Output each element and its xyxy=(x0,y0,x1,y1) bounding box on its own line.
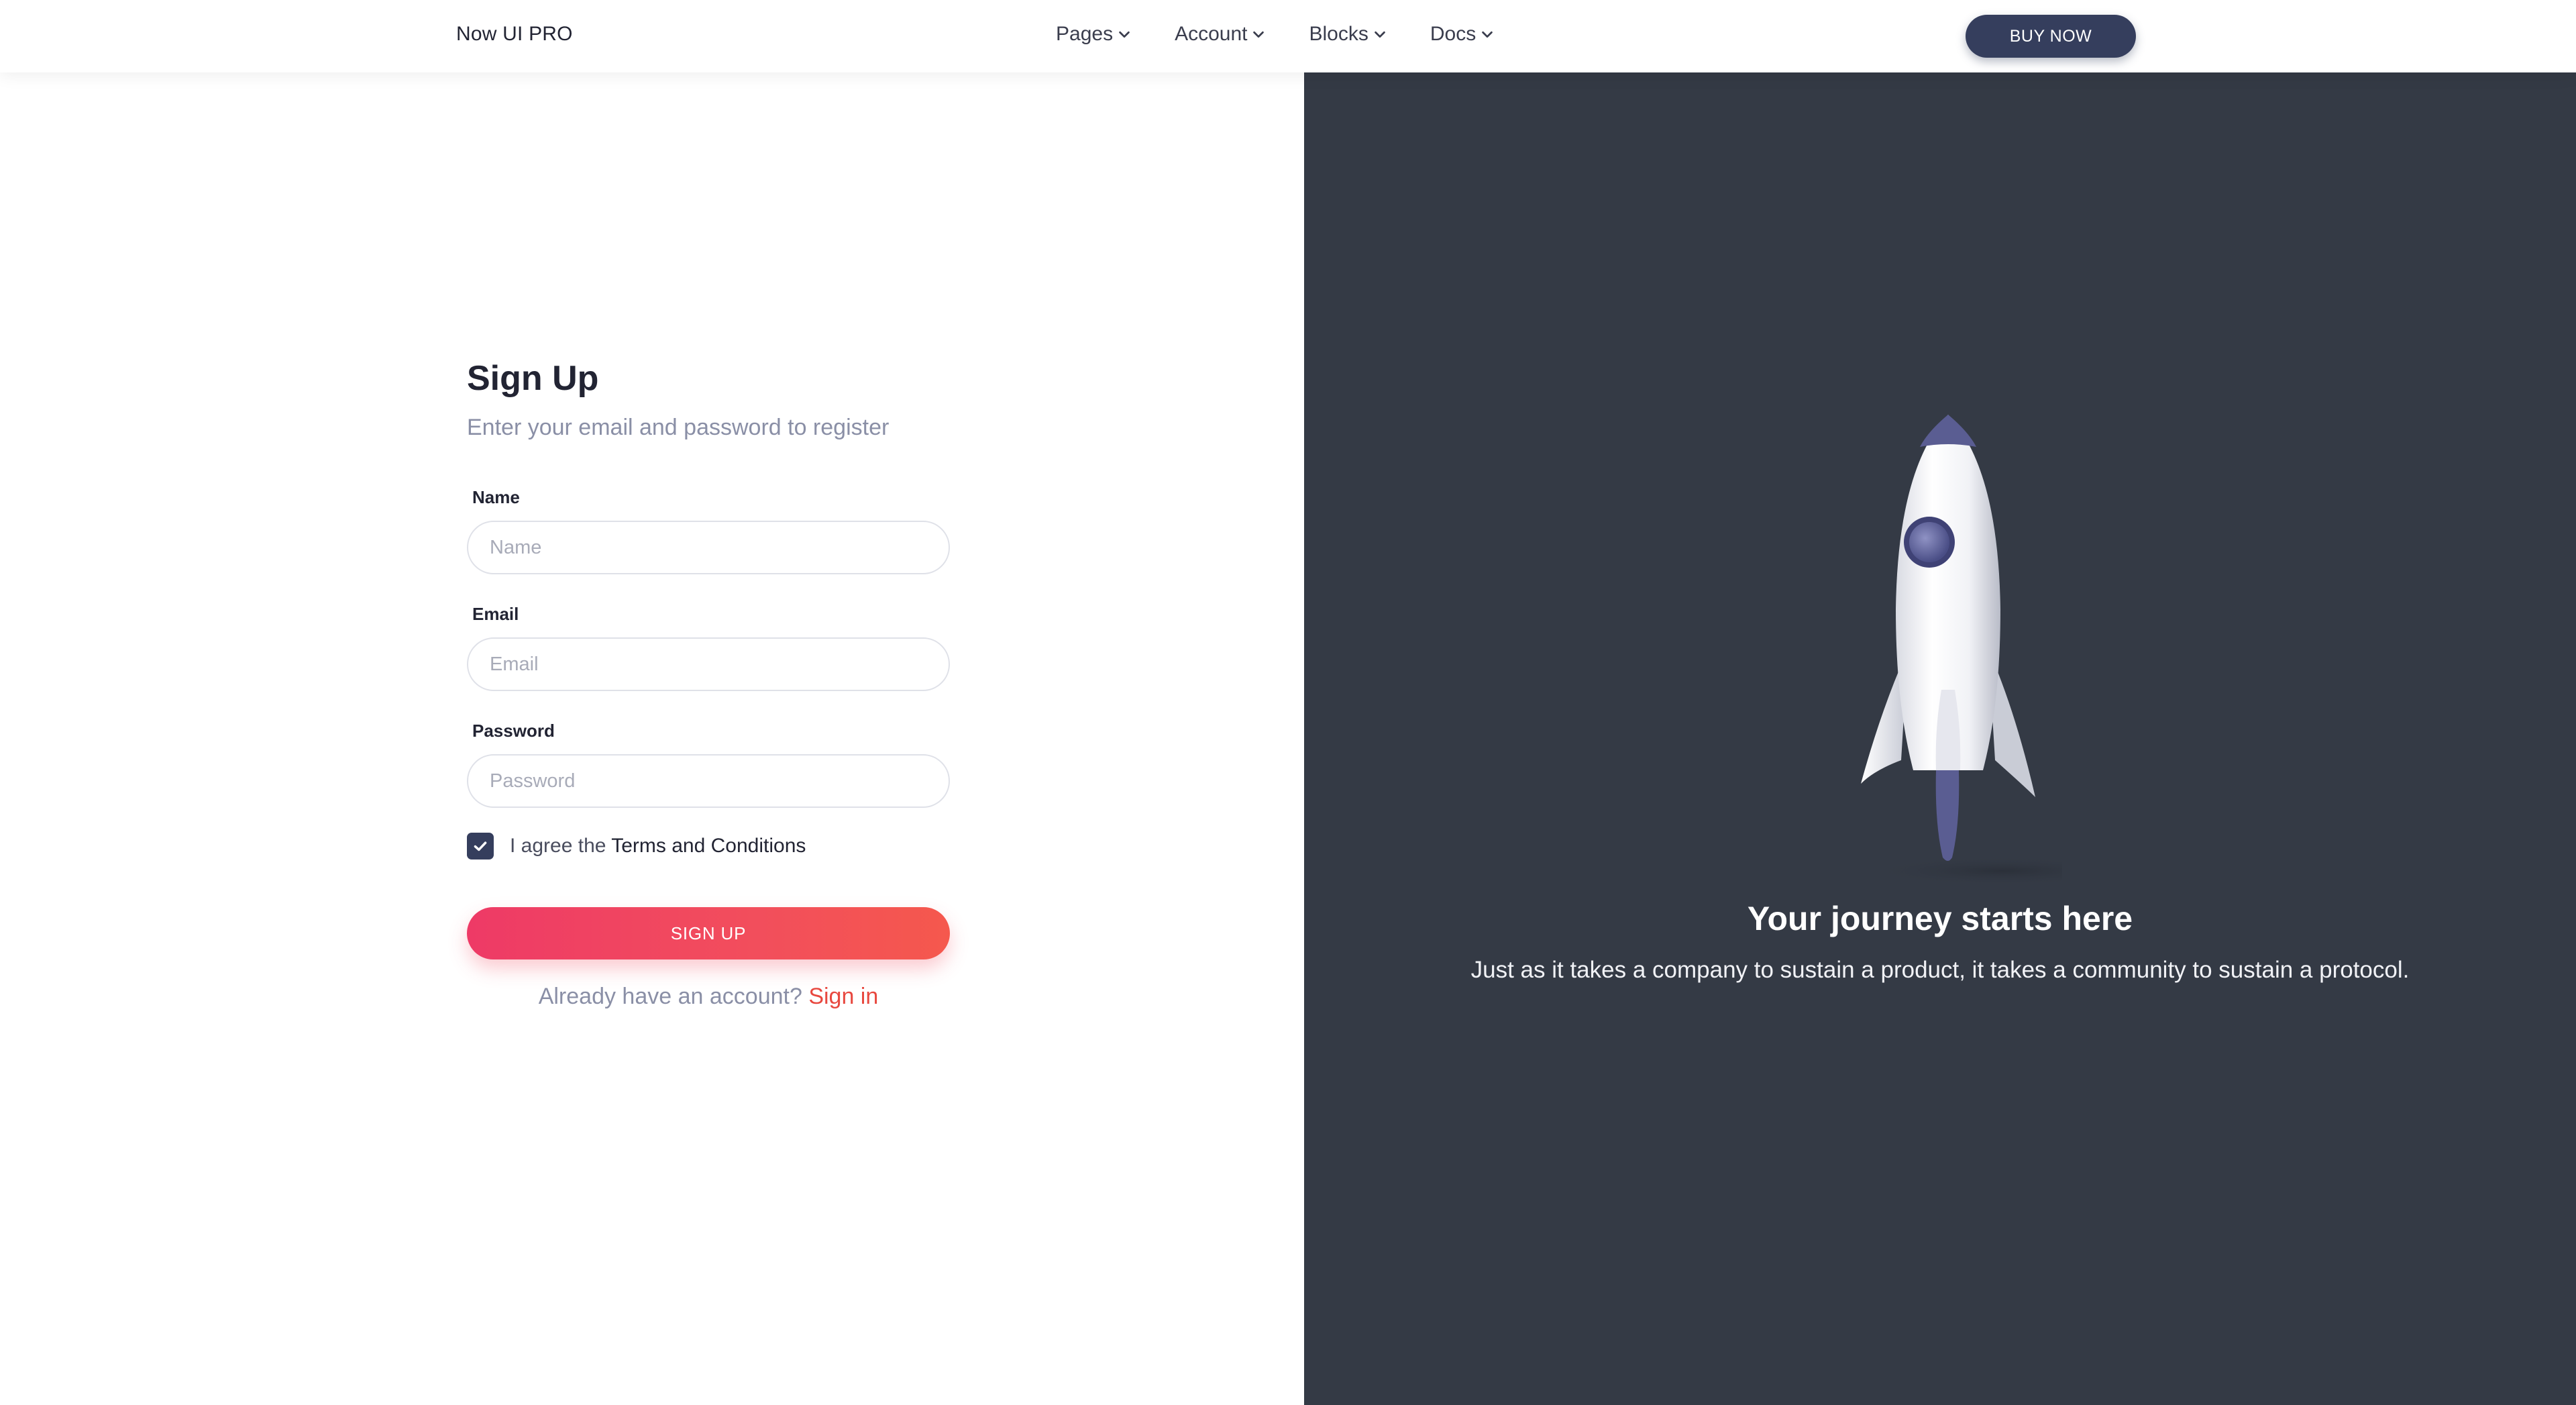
buy-now-button[interactable]: BUY NOW xyxy=(1966,15,2136,58)
name-input[interactable] xyxy=(467,521,950,574)
chevron-down-icon xyxy=(1482,31,1493,38)
terms-agreement: I agree the Terms and Conditions xyxy=(467,833,806,860)
brand-logo-text[interactable]: Now UI PRO xyxy=(456,23,573,46)
page-title: Sign Up xyxy=(467,359,599,398)
nav-item-account[interactable]: Account xyxy=(1175,23,1266,46)
nav-item-label: Blocks xyxy=(1309,23,1368,45)
page-subtitle: Enter your email and password to registe… xyxy=(467,415,890,440)
terms-link[interactable]: Terms and Conditions xyxy=(611,835,806,857)
chevron-down-icon xyxy=(1119,31,1130,38)
email-input[interactable] xyxy=(467,637,950,691)
hero-description: Just as it takes a company to sustain a … xyxy=(1470,957,2410,983)
top-navbar: Now UI PRO Pages Account Blocks Docs BUY… xyxy=(0,0,2576,72)
terms-prefix: I agree the xyxy=(510,835,612,857)
rocket-icon xyxy=(1861,415,2062,886)
nav-item-docs[interactable]: Docs xyxy=(1430,23,1495,46)
nav-menu: Pages Account Blocks Docs xyxy=(1056,23,1538,46)
nav-item-label: Docs xyxy=(1430,23,1477,45)
signin-prompt: Already have an account? Sign in xyxy=(467,984,950,1010)
chevron-down-icon xyxy=(1253,31,1265,38)
password-label: Password xyxy=(472,721,555,741)
chevron-down-icon xyxy=(1375,31,1385,38)
terms-text: I agree the Terms and Conditions xyxy=(510,835,806,857)
terms-checkbox[interactable] xyxy=(467,833,494,860)
nav-item-pages[interactable]: Pages xyxy=(1056,23,1132,46)
nav-item-label: Account xyxy=(1175,23,1248,45)
hero-panel: Your journey starts here Just as it take… xyxy=(1304,72,2576,1405)
name-label: Name xyxy=(472,487,520,507)
password-input[interactable] xyxy=(467,754,950,808)
hero-title: Your journey starts here xyxy=(1747,900,2133,937)
signin-prompt-text: Already have an account? xyxy=(538,984,809,1009)
nav-item-blocks[interactable]: Blocks xyxy=(1309,23,1387,46)
email-label: Email xyxy=(472,604,519,624)
sign-up-button[interactable]: SIGN UP xyxy=(467,907,950,959)
checkmark-icon xyxy=(474,841,487,851)
nav-item-label: Pages xyxy=(1056,23,1114,45)
sign-in-link[interactable]: Sign in xyxy=(808,984,878,1009)
